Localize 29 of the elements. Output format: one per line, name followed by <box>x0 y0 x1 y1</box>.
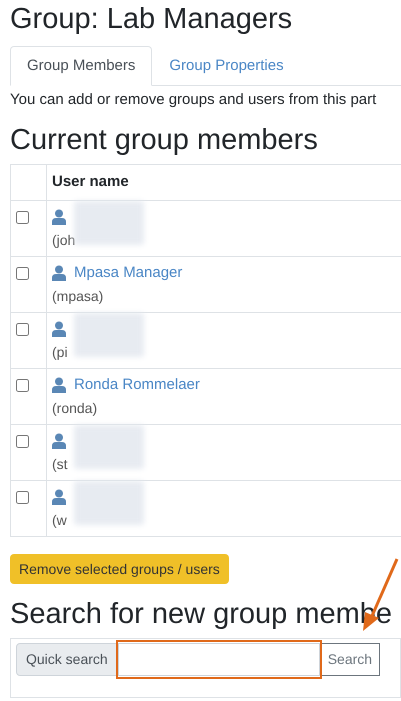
user-icon <box>52 321 66 338</box>
row-checkbox[interactable] <box>16 211 29 224</box>
user-name-link[interactable]: Ronda Rommelaer <box>74 376 200 393</box>
user-name-link[interactable]: Mpasa Manager <box>74 264 182 281</box>
column-header: User name <box>46 164 401 200</box>
row-checkbox[interactable] <box>16 323 29 336</box>
user-icon <box>52 489 66 506</box>
page-title: Group: Lab Managers <box>10 2 294 37</box>
user-icon <box>52 433 66 450</box>
user-icon <box>52 209 66 226</box>
row-checkbox[interactable] <box>16 379 29 392</box>
intro-text: You can add or remove groups and users from this part <box>10 90 378 110</box>
search-button[interactable]: Search <box>320 643 380 676</box>
row-checkbox[interactable] <box>16 435 29 448</box>
section-heading: Current group members <box>10 123 319 158</box>
tab[interactable]: Group Properties <box>152 46 301 86</box>
row-checkbox[interactable] <box>16 267 29 280</box>
user-login: (pi <box>52 343 68 362</box>
user-icon <box>52 265 66 282</box>
user-login: (w <box>52 511 67 530</box>
user-login: (st <box>52 455 68 474</box>
remove-button[interactable]: Remove selected groups / users <box>10 554 229 584</box>
user-login: (ronda) <box>52 399 98 418</box>
user-login: (mpasa) <box>52 287 104 306</box>
user-icon <box>52 377 66 394</box>
tab[interactable]: Group Members <box>10 46 152 86</box>
user-login: (joh <box>52 231 76 250</box>
row-checkbox[interactable] <box>16 491 29 504</box>
search-label: Quick search <box>16 643 118 676</box>
